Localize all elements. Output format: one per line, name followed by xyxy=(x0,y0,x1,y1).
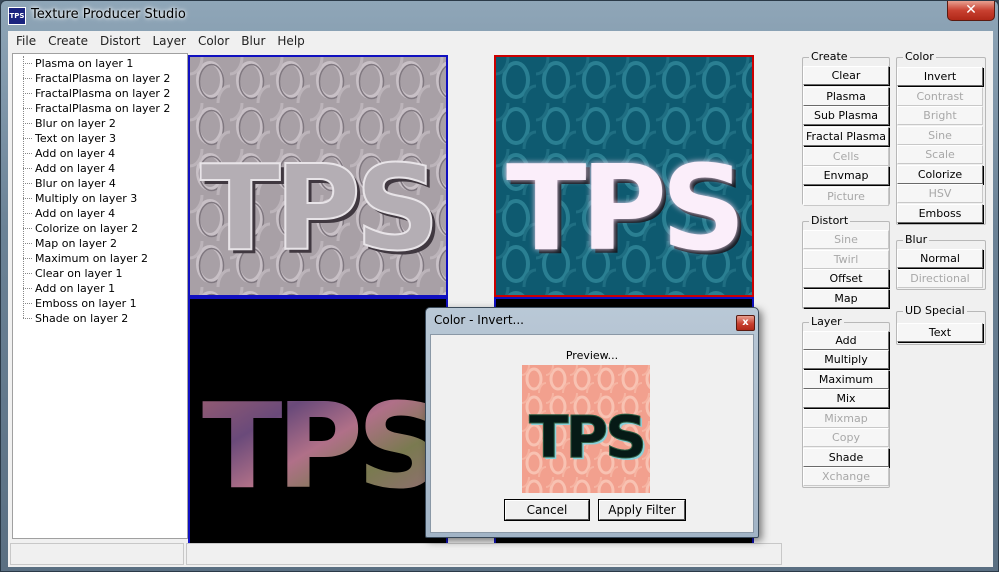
color-contrast-button[interactable]: Contrast xyxy=(897,87,983,106)
layer-mix-button[interactable]: Mix xyxy=(803,389,889,408)
cancel-button[interactable]: Cancel xyxy=(504,499,590,521)
menu-file[interactable]: File xyxy=(10,34,42,48)
preview-text: TPS xyxy=(529,403,644,471)
history-item[interactable]: Add on layer 4 xyxy=(13,161,187,176)
history-item[interactable]: Emboss on layer 1 xyxy=(13,296,187,311)
layer-group-title: Layer xyxy=(809,315,844,328)
status-cell-left xyxy=(10,543,184,565)
layer-1-image: TPS TPS xyxy=(190,57,446,295)
layer-2-image: TPS TPS TPS xyxy=(496,57,752,295)
layer-add-button[interactable]: Add xyxy=(803,331,889,350)
color-colorize-button[interactable]: Colorize xyxy=(897,165,983,184)
tile-text: TPS xyxy=(506,139,740,277)
layer-shade-button[interactable]: Shade xyxy=(803,448,889,467)
history-item[interactable]: Plasma on layer 1 xyxy=(13,56,187,71)
history-item[interactable]: FractalPlasma on layer 2 xyxy=(13,86,187,101)
preview-label: Preview... xyxy=(565,349,619,362)
window-close-button[interactable]: ✕ xyxy=(947,1,995,21)
dialog-close-button[interactable]: x xyxy=(736,315,755,331)
layer-3-preview[interactable]: TPS xyxy=(188,297,448,557)
color-invert-button[interactable]: Invert xyxy=(897,67,983,86)
history-tree[interactable]: Plasma on layer 1 FractalPlasma on layer… xyxy=(12,53,188,539)
apply-filter-button[interactable]: Apply Filter xyxy=(598,499,686,521)
color-group-title: Color xyxy=(903,50,936,63)
filter-preview: TPS TPS xyxy=(522,365,650,493)
color-group: Color Invert Contrast Bright Sine Scale … xyxy=(896,50,986,225)
title-bar[interactable]: TPS Texture Producer Studio ✕ xyxy=(1,1,998,31)
layer-copy-button[interactable]: Copy xyxy=(803,428,889,447)
status-cell-middle xyxy=(186,543,782,565)
distort-group-title: Distort xyxy=(809,214,851,227)
create-envmap-button[interactable]: Envmap xyxy=(803,166,889,185)
color-bright-button[interactable]: Bright xyxy=(897,106,983,125)
layer-group: Layer Add Multiply Maximum Mix Mixmap Co… xyxy=(802,315,890,488)
create-group: Create Clear Plasma Sub Plasma Fractal P… xyxy=(802,50,890,206)
create-subplasma-button[interactable]: Sub Plasma xyxy=(803,106,889,125)
history-item[interactable]: Shade on layer 2 xyxy=(13,311,187,326)
create-group-title: Create xyxy=(809,50,850,63)
menu-distort[interactable]: Distort xyxy=(94,34,147,48)
layer-1-preview[interactable]: TPS TPS xyxy=(188,55,448,297)
create-clear-button[interactable]: Clear xyxy=(803,66,889,85)
history-item[interactable]: Add on layer 4 xyxy=(13,146,187,161)
preview-image: TPS TPS xyxy=(522,365,650,493)
color-hsv-button[interactable]: HSV xyxy=(897,184,983,203)
blur-directional-button[interactable]: Directional xyxy=(897,269,983,288)
distort-offset-button[interactable]: Offset xyxy=(803,269,889,288)
tile-text: TPS xyxy=(202,377,436,515)
blur-normal-button[interactable]: Normal xyxy=(897,249,983,268)
history-item[interactable]: Blur on layer 2 xyxy=(13,116,187,131)
history-item[interactable]: Add on layer 4 xyxy=(13,206,187,221)
distort-twirl-button[interactable]: Twirl xyxy=(803,250,889,269)
window-title: Texture Producer Studio xyxy=(31,7,186,22)
filter-panels: Create Clear Plasma Sub Plasma Fractal P… xyxy=(802,50,992,551)
distort-map-button[interactable]: Map xyxy=(803,289,889,308)
color-emboss-button[interactable]: Emboss xyxy=(897,204,983,223)
layer-xchange-button[interactable]: Xchange xyxy=(803,467,889,486)
ud-special-text-button[interactable]: Text xyxy=(897,323,983,342)
color-sine-button[interactable]: Sine xyxy=(897,126,983,145)
history-item[interactable]: Colorize on layer 2 xyxy=(13,221,187,236)
layer-maximum-button[interactable]: Maximum xyxy=(803,370,889,389)
history-item[interactable]: Add on layer 1 xyxy=(13,281,187,296)
dialog-title: Color - Invert... xyxy=(434,313,524,327)
menu-layer[interactable]: Layer xyxy=(146,34,191,48)
menu-help[interactable]: Help xyxy=(271,34,310,48)
menu-bar: File Create Distort Layer Color Blur Hel… xyxy=(8,31,993,51)
distort-group: Distort Sine Twirl Offset Map xyxy=(802,214,890,309)
status-bar xyxy=(10,543,992,565)
ud-special-group-title: UD Special xyxy=(903,304,967,317)
history-item[interactable]: Text on layer 3 xyxy=(13,131,187,146)
invert-dialog: Color - Invert... x Preview... TPS TPS C… xyxy=(425,307,759,538)
ud-special-group: UD Special Text xyxy=(896,304,986,345)
create-fractalplasma-button[interactable]: Fractal Plasma xyxy=(803,127,889,146)
layer-3-image: TPS xyxy=(190,299,446,555)
distort-sine-button[interactable]: Sine xyxy=(803,230,889,249)
create-cells-button[interactable]: Cells xyxy=(803,147,889,166)
menu-blur[interactable]: Blur xyxy=(235,34,271,48)
menu-color[interactable]: Color xyxy=(192,34,235,48)
app-icon: TPS xyxy=(8,7,26,25)
create-plasma-button[interactable]: Plasma xyxy=(803,87,889,106)
menu-create[interactable]: Create xyxy=(42,34,94,48)
history-item[interactable]: Maximum on layer 2 xyxy=(13,251,187,266)
history-item[interactable]: Map on layer 2 xyxy=(13,236,187,251)
history-item[interactable]: FractalPlasma on layer 2 xyxy=(13,101,187,116)
layer-multiply-button[interactable]: Multiply xyxy=(803,350,889,369)
layer-mixmap-button[interactable]: Mixmap xyxy=(803,409,889,428)
history-item[interactable]: FractalPlasma on layer 2 xyxy=(13,71,187,86)
tile-text: TPS xyxy=(200,139,434,277)
create-picture-button[interactable]: Picture xyxy=(803,187,889,206)
color-scale-button[interactable]: Scale xyxy=(897,145,983,164)
dialog-body: Preview... TPS TPS Cancel Apply Filter xyxy=(430,334,754,533)
history-item[interactable]: Clear on layer 1 xyxy=(13,266,187,281)
blur-group-title: Blur xyxy=(903,233,930,246)
history-item[interactable]: Blur on layer 4 xyxy=(13,176,187,191)
history-item[interactable]: Multiply on layer 3 xyxy=(13,191,187,206)
layer-2-preview[interactable]: TPS TPS TPS xyxy=(494,55,754,297)
blur-group: Blur Normal Directional xyxy=(896,233,986,290)
